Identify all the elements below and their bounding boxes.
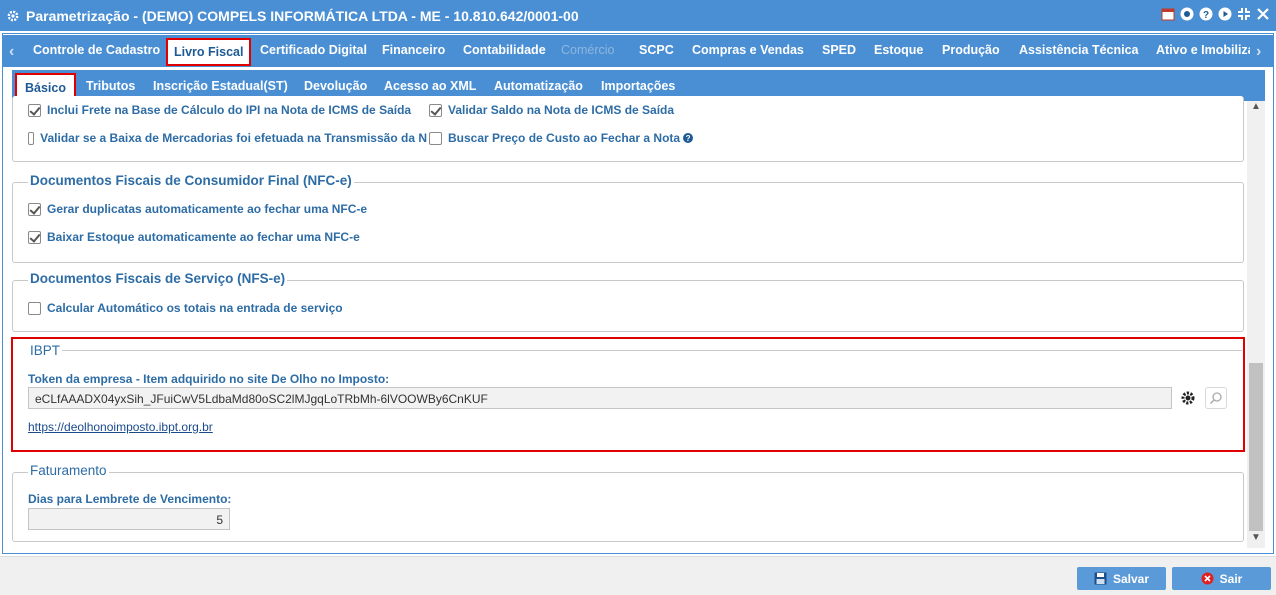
tab-ativo-imobilizado[interactable]: Ativo e Imobilizado: [1156, 43, 1250, 57]
exit-button[interactable]: Sair: [1172, 567, 1271, 590]
checkbox-label: Buscar Preço de Custo ao Fechar a Nota: [448, 131, 681, 145]
checkbox-box[interactable]: [28, 202, 41, 216]
tab-sped[interactable]: SPED: [822, 43, 856, 57]
checkbox-label: Validar se a Baixa de Mercadorias foi ef…: [40, 131, 427, 145]
checkbox-calcular-automatico[interactable]: Calcular Automático os totais na entrada…: [28, 301, 343, 315]
checkbox-gerar-duplicatas[interactable]: Gerar duplicatas automaticamente ao fech…: [28, 202, 367, 216]
tab-devolucao[interactable]: Devolução: [304, 79, 367, 93]
tab-compras-vendas[interactable]: Compras e Vendas: [692, 43, 804, 57]
scroll-down-icon[interactable]: ▼: [1247, 532, 1265, 548]
checkbox-validar-saldo[interactable]: Validar Saldo na Nota de ICMS de Saída: [429, 103, 674, 117]
nfse-legend: Documentos Fiscais de Serviço (NFS-e): [28, 271, 288, 286]
tab-contabilidade[interactable]: Contabilidade: [463, 43, 546, 57]
tab-controle-cadastro[interactable]: Controle de Cadastro: [33, 43, 160, 57]
checkbox-box[interactable]: [28, 131, 35, 145]
checkbox-box[interactable]: [28, 103, 41, 117]
checkbox-label: Gerar duplicatas automaticamente ao fech…: [47, 202, 368, 216]
footer-bar: Salvar Sair: [0, 556, 1276, 595]
exit-icon: [1201, 572, 1214, 585]
floppy-icon: [1094, 572, 1107, 585]
ibpt-legend: IBPT: [28, 343, 63, 358]
nfce-legend: Documentos Fiscais de Consumidor Final (…: [28, 173, 354, 188]
ibpt-link[interactable]: https://deolhonoimposto.ibpt.org.br: [28, 420, 213, 434]
tab-estoque[interactable]: Estoque: [874, 43, 923, 57]
gear-icon: [6, 9, 20, 23]
checkbox-validar-baixa[interactable]: Validar se a Baixa de Mercadorias foi ef…: [28, 131, 427, 145]
tab-importacoes[interactable]: Importações: [601, 79, 675, 93]
checkbox-box[interactable]: [429, 131, 442, 145]
checkbox-label: Validar Saldo na Nota de ICMS de Saída: [448, 103, 675, 117]
checkbox-buscar-preco[interactable]: Buscar Preço de Custo ao Fechar a Nota ?: [429, 131, 694, 145]
checkbox-box[interactable]: [28, 301, 41, 315]
help-icon[interactable]: ?: [683, 133, 694, 143]
checkbox-baixar-estoque[interactable]: Baixar Estoque automaticamente ao fechar…: [28, 230, 360, 244]
token-input[interactable]: eCLfAAADX04yxSih_JFuiCwV5LdbaMd80oSC2lMJ…: [28, 387, 1172, 409]
scroll-up-icon[interactable]: ▲: [1247, 101, 1265, 117]
help-icon[interactable]: ?: [1199, 7, 1213, 21]
checkbox-label: Baixar Estoque automaticamente ao fechar…: [47, 230, 360, 244]
tab-livro-fiscal[interactable]: Livro Fiscal: [166, 38, 252, 66]
exit-label: Sair: [1219, 571, 1243, 586]
vertical-scrollbar[interactable]: ▲ ▼: [1247, 101, 1265, 548]
tab-scpc[interactable]: SCPC: [639, 43, 674, 57]
tab-producao[interactable]: Produção: [942, 43, 1000, 57]
days-label: Dias para Lembrete de Vencimento:: [28, 492, 232, 506]
tab-certificado-digital[interactable]: Certificado Digital: [260, 43, 367, 57]
tab-inscricao-estadual[interactable]: Inscrição Estadual(ST): [153, 79, 288, 93]
checkbox-incluir-frete[interactable]: Inclui Frete na Base de Cálculo do IPI n…: [28, 103, 411, 117]
tab-tributos[interactable]: Tributos: [86, 79, 135, 93]
chat-icon[interactable]: [1180, 7, 1194, 21]
days-input[interactable]: 5: [28, 508, 230, 530]
chevron-right-icon[interactable]: ›: [1256, 43, 1261, 61]
search-icon[interactable]: [1205, 387, 1227, 409]
tab-comercio: Comércio: [561, 43, 615, 57]
tab-assistencia-tecnica[interactable]: Assistência Técnica: [1019, 43, 1139, 57]
token-label: Token da empresa - Item adquirido no sit…: [28, 372, 390, 386]
nfce-panel: [12, 182, 1244, 263]
ibpt-divider: [58, 350, 1242, 351]
main-tabs: ‹ Controle de Cadastro Livro Fiscal Cert…: [2, 35, 1274, 67]
tab-automatizacao[interactable]: Automatização: [494, 79, 583, 93]
calendar-icon[interactable]: [1161, 7, 1175, 21]
tab-acesso-xml[interactable]: Acesso ao XML: [384, 79, 476, 93]
checkbox-label: Calcular Automático os totais na entrada…: [47, 301, 343, 315]
window-title: Parametrização - (DEMO) COMPELS INFORMÁT…: [26, 7, 579, 24]
checkbox-box[interactable]: [28, 230, 41, 244]
faturamento-legend: Faturamento: [28, 463, 109, 478]
save-button[interactable]: Salvar: [1077, 567, 1166, 590]
checkbox-label: Inclui Frete na Base de Cálculo do IPI n…: [47, 103, 412, 117]
faturamento-panel: [12, 472, 1244, 542]
window-titlebar: Parametrização - (DEMO) COMPELS INFORMÁT…: [0, 0, 1276, 31]
close-icon[interactable]: [1256, 7, 1270, 21]
expand-icon[interactable]: [1237, 7, 1251, 21]
svg-text:?: ?: [1203, 10, 1209, 21]
chevron-left-icon[interactable]: ‹: [9, 43, 14, 61]
tab-financeiro[interactable]: Financeiro: [382, 43, 445, 57]
window-controls: ?: [1161, 7, 1270, 21]
settings-gear-icon[interactable]: [1177, 387, 1199, 409]
scroll-thumb[interactable]: [1249, 363, 1263, 531]
play-icon[interactable]: [1218, 7, 1232, 21]
checkbox-box[interactable]: [429, 103, 442, 117]
save-label: Salvar: [1112, 571, 1150, 586]
